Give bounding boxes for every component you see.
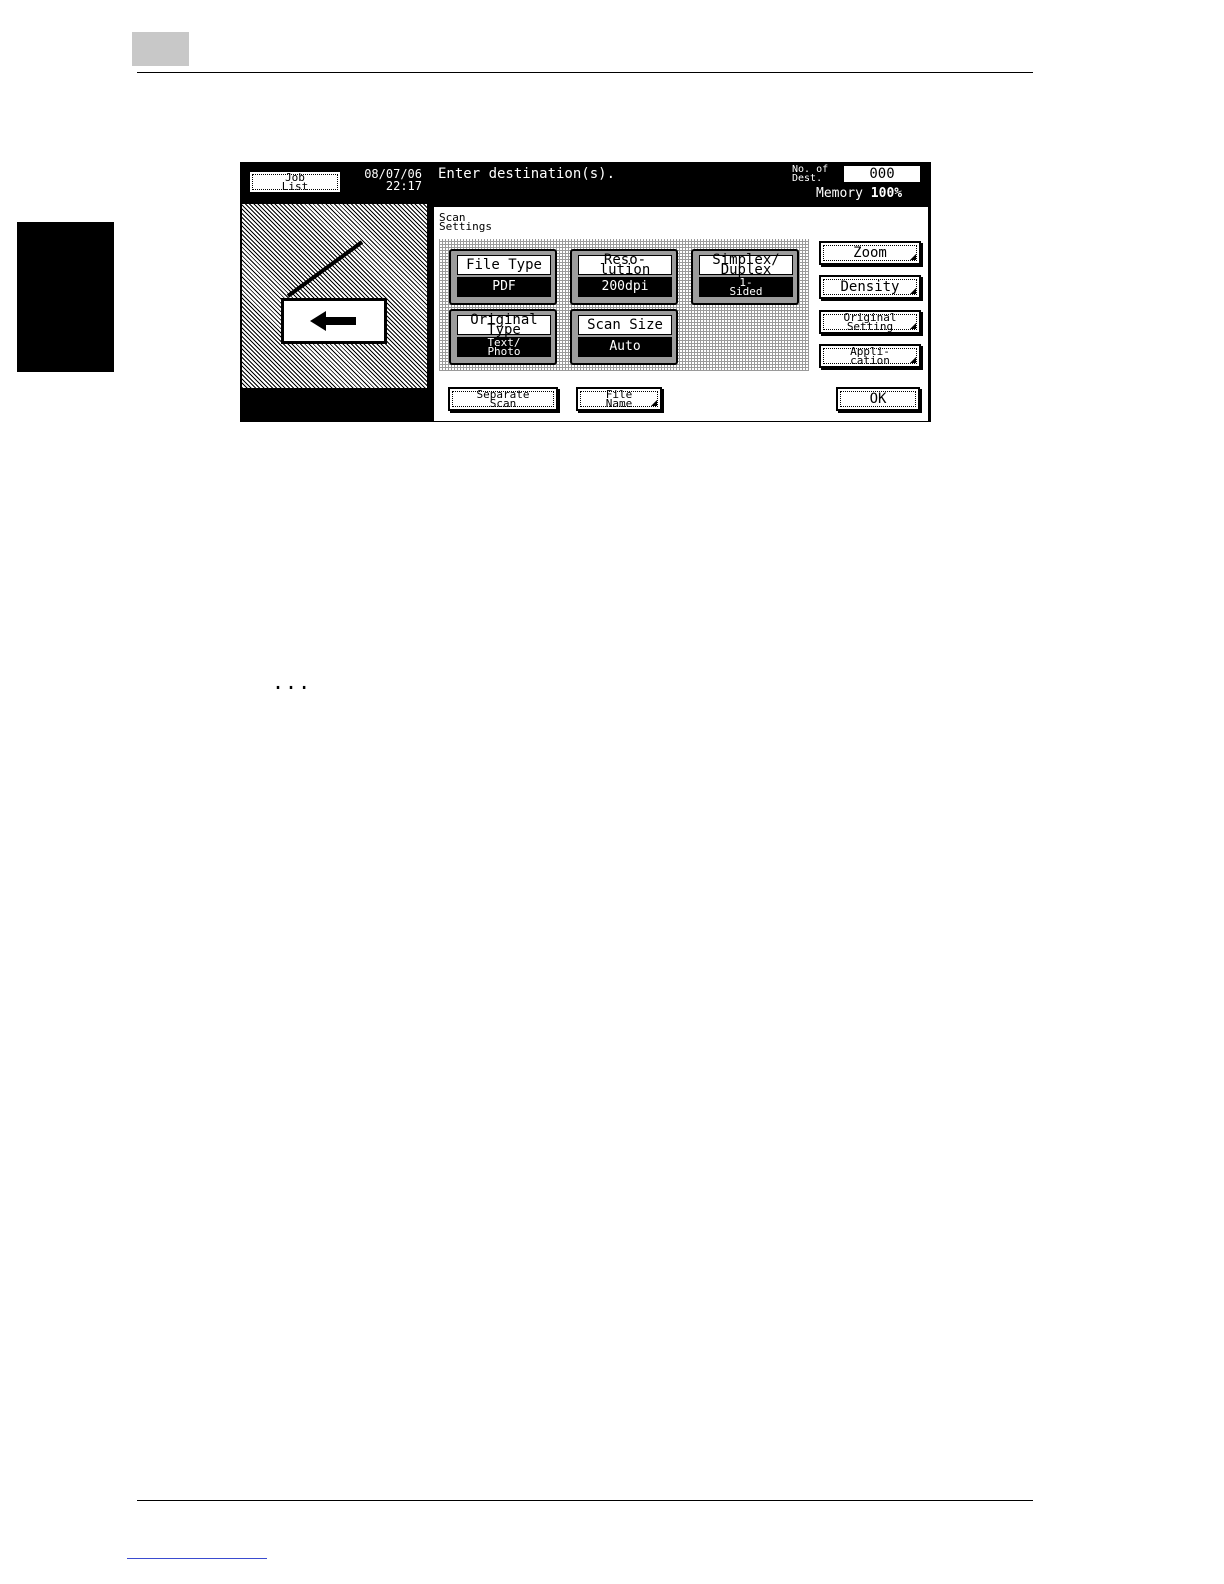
scan-size-value: Auto [578,337,672,357]
feeder-line-icon [286,240,364,298]
date-time: 08/07/06 22:17 [346,168,422,192]
original-type-value: Text/Photo [457,337,551,357]
application-button[interactable]: Appli-cation [819,344,921,368]
chapter-side-marker [17,222,114,372]
original-type-setting[interactable]: Original Type Text/Photo [449,309,557,365]
file-name-button[interactable]: File Name [576,387,662,411]
simplex-duplex-setting[interactable]: Simplex/Duplex 1- Sided [691,249,799,305]
note-ellipsis: ... [272,670,312,694]
footer-link-underline [127,1558,267,1559]
footer-rule [137,1500,1033,1501]
dest-count-label: No. of Dest. [792,164,829,184]
memory-value: 100% [870,186,903,201]
density-button[interactable]: Density [819,275,921,299]
scan-size-setting[interactable]: Scan Size Auto [570,309,678,365]
arrow-left-icon [310,311,356,331]
file-type-setting[interactable]: File Type PDF [449,249,557,305]
feed-direction-box [281,298,387,344]
time: 22:17 [385,179,422,193]
resolution-setting[interactable]: Reso-lution 200dpi [570,249,678,305]
scan-settings-title: Scan Settings [439,211,492,233]
ok-button[interactable]: OK [836,387,920,411]
file-type-value: PDF [457,277,551,297]
simplex-duplex-value: 1- Sided [699,277,793,297]
simplex-duplex-label: Simplex/Duplex [699,253,793,277]
memory-indicator: Memory 100% [816,186,902,201]
file-type-label: File Type [457,255,551,275]
original-type-label: Original Type [457,313,551,337]
control-panel-screen: Job List 08/07/06 22:17 Enter destination… [240,162,931,422]
resolution-label: Reso-lution [578,253,672,277]
job-list-button[interactable]: Job List [248,170,342,194]
zoom-button[interactable]: Zoom [819,241,921,265]
document-feed-illustration [242,204,427,388]
memory-label: Memory [816,186,863,201]
scan-settings-panel: Scan Settings File Type PDF Reso-lution … [433,206,929,422]
original-setting-button[interactable]: Original Setting [819,310,921,334]
resolution-value: 200dpi [578,277,672,297]
dest-count-value: 000 [844,166,920,182]
header-rule [137,72,1033,73]
settings-grid: File Type PDF Reso-lution 200dpi Simplex… [439,239,809,371]
status-message: Enter destination(s). [438,166,616,182]
separate-scan-button[interactable]: Separate Scan [448,387,558,411]
scan-size-label: Scan Size [578,315,672,335]
chapter-tab [132,32,189,66]
